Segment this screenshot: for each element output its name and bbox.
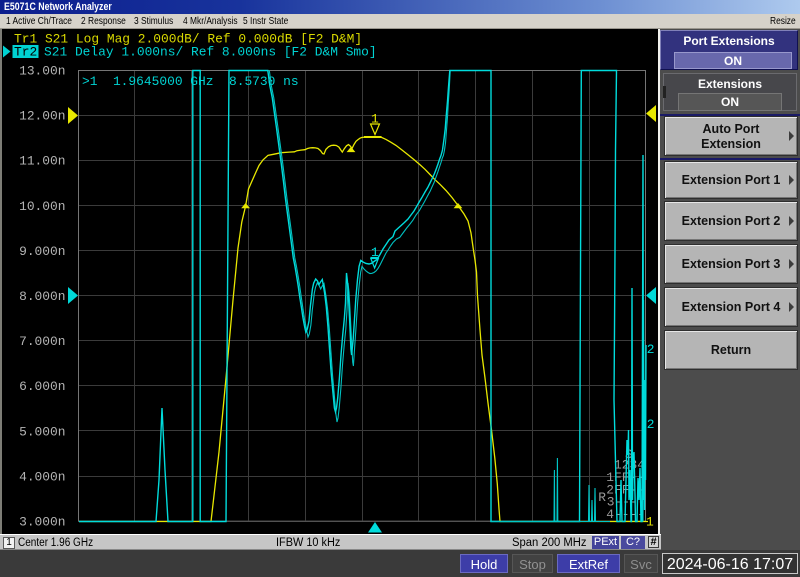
svg-text:2: 2 [647, 342, 655, 357]
svg-text:4.000n: 4.000n [19, 469, 65, 484]
svg-text:7.000n: 7.000n [19, 334, 65, 349]
svg-text:8.000n: 8.000n [19, 289, 65, 304]
svg-text:1: 1 [646, 515, 654, 530]
svg-text:S21 Delay 1.000ns/ Ref 8.000ns: S21 Delay 1.000ns/ Ref 8.000ns [F2 D&M S… [44, 45, 377, 60]
svg-text:1: 1 [371, 112, 379, 127]
svg-text:12.00n: 12.00n [19, 109, 65, 124]
svg-text:Tr2: Tr2 [14, 45, 37, 60]
svg-text:>1 1.9645000 GHz 8.5730 ns: >1 1.9645000 GHz 8.5730 ns [82, 74, 299, 89]
svg-text:R: R [598, 490, 606, 505]
svg-text:13.00n: 13.00n [19, 64, 65, 79]
svg-text:10.00n: 10.00n [19, 199, 65, 214]
svg-text:5.000n: 5.000n [19, 424, 65, 439]
svg-text:11.00n: 11.00n [19, 154, 65, 169]
svg-text:1: 1 [371, 245, 379, 260]
svg-text:3.000n: 3.000n [19, 515, 65, 530]
svg-text:9.000n: 9.000n [19, 244, 65, 259]
svg-text:2: 2 [647, 417, 655, 432]
svg-text:6.000n: 6.000n [19, 379, 65, 394]
